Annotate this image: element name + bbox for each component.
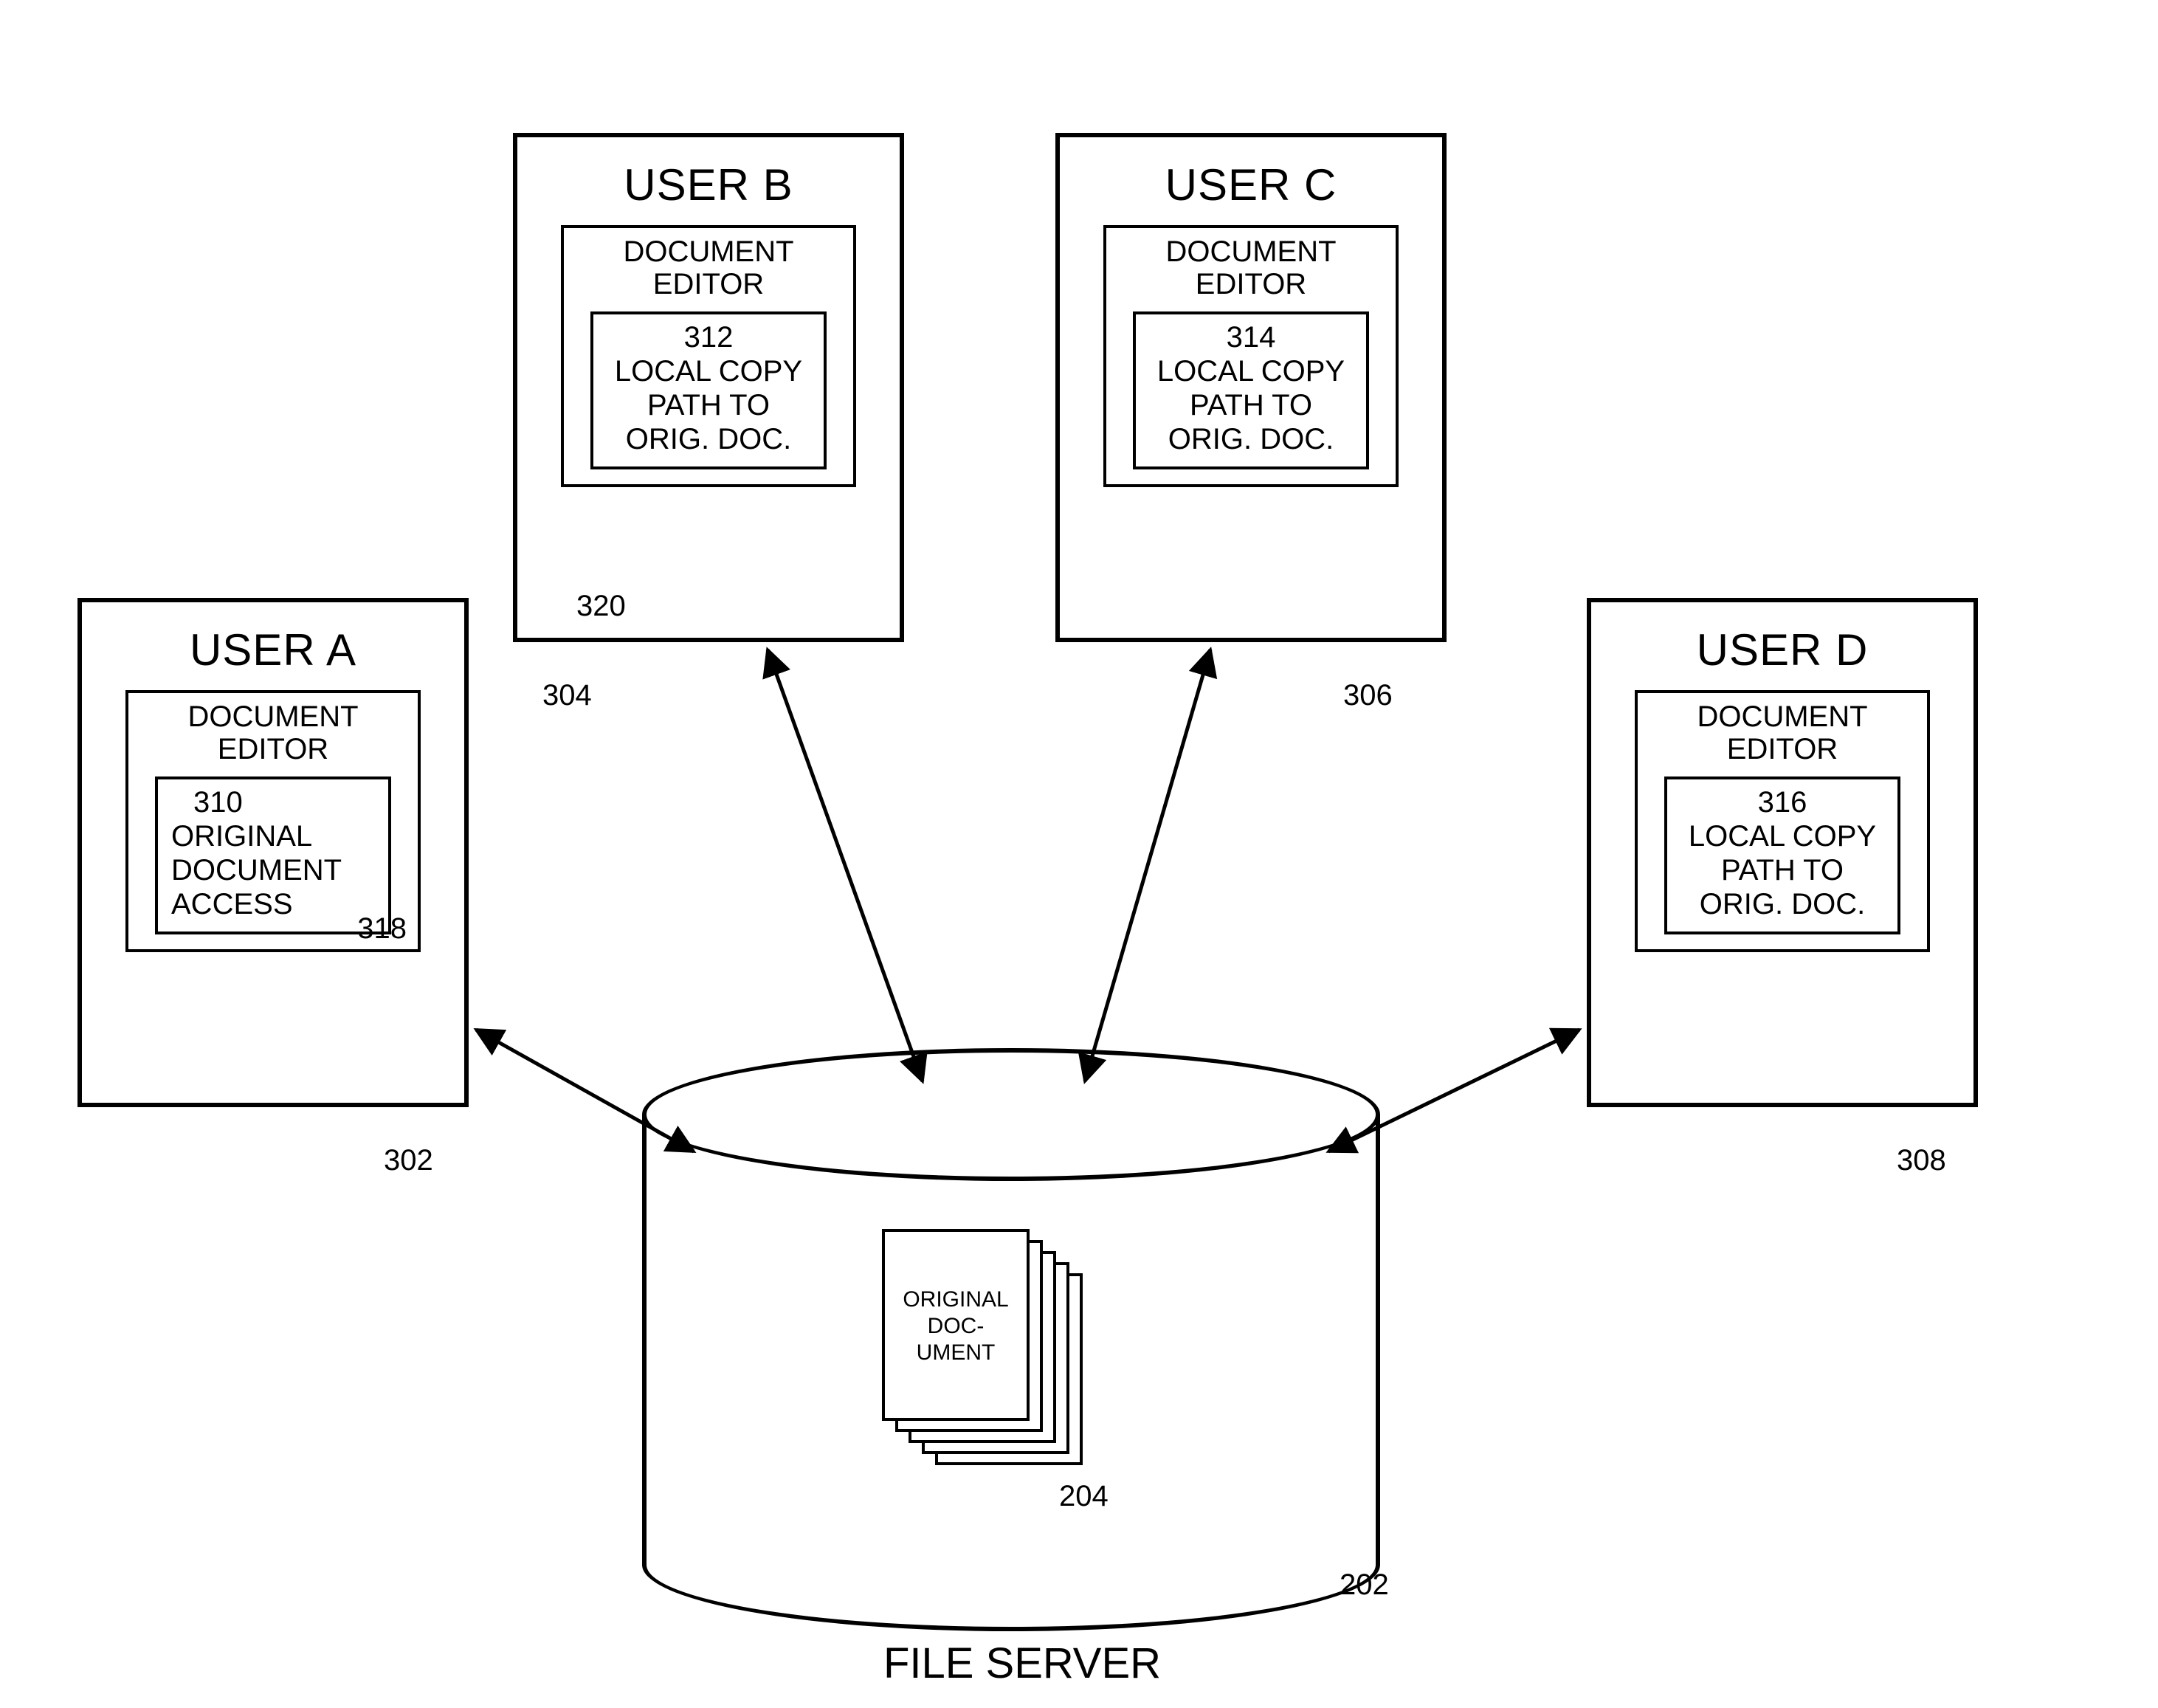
user-c-inner: 314 LOCAL COPY PATH TO ORIG. DOC. [1133,311,1369,469]
diagram-canvas: USER B DOCUMENT EDITOR 312 LOCAL COPY PA… [0,0,2158,1708]
cylinder-top [642,1048,1380,1181]
user-d-inner: 316 LOCAL COPY PATH TO ORIG. DOC. [1664,776,1900,934]
server-label: FILE SERVER [867,1639,1177,1688]
user-d-editor: DOCUMENT EDITOR 316 LOCAL COPY PATH TO O… [1635,690,1930,952]
user-c-title: USER C [1060,159,1442,210]
user-c-inner-ref: 314 [1139,320,1363,354]
user-b-inner-text: LOCAL COPY PATH TO ORIG. DOC. [596,354,821,456]
user-a-inner: 310 ORIGINAL DOCUMENT ACCESS [155,776,391,934]
doc-ref: 204 [1059,1480,1109,1513]
user-d-inner-text: LOCAL COPY PATH TO ORIG. DOC. [1670,819,1895,921]
document-stack: ORIGINAL DOC- UMENT [882,1229,1081,1465]
user-b-editor: DOCUMENT EDITOR 312 LOCAL COPY PATH TO O… [561,225,856,487]
user-b-box-ref: 304 [542,679,592,712]
arrow-user-c [1085,650,1210,1081]
user-b-box: USER B DOCUMENT EDITOR 312 LOCAL COPY PA… [513,133,904,642]
user-b-editor-ref: 320 [576,590,626,623]
user-a-inner-ref: 310 [171,785,385,819]
original-doc-label: ORIGINAL DOC- UMENT [903,1287,1008,1366]
user-a-editor-ref: 318 [357,912,407,946]
original-document: ORIGINAL DOC- UMENT [882,1229,1030,1421]
user-c-editor-title: DOCUMENT EDITOR [1106,235,1396,300]
user-d-editor-title: DOCUMENT EDITOR [1638,700,1927,765]
user-a-editor: DOCUMENT EDITOR 310 ORIGINAL DOCUMENT AC… [125,690,421,952]
user-c-box: USER C DOCUMENT EDITOR 314 LOCAL COPY PA… [1055,133,1447,642]
user-b-inner-ref: 312 [596,320,821,354]
user-a-box-ref: 302 [384,1144,433,1177]
arrow-user-b [768,650,923,1081]
user-b-editor-title: DOCUMENT EDITOR [564,235,853,300]
server-ref: 202 [1340,1568,1389,1602]
user-d-title: USER D [1591,624,1973,675]
user-c-box-ref: 306 [1343,679,1393,712]
user-c-editor: DOCUMENT EDITOR 314 LOCAL COPY PATH TO O… [1103,225,1399,487]
user-a-editor-title: DOCUMENT EDITOR [128,700,418,765]
user-d-box-ref: 308 [1897,1144,1946,1177]
user-b-title: USER B [517,159,900,210]
user-a-box: USER A DOCUMENT EDITOR 310 ORIGINAL DOCU… [77,598,469,1107]
user-a-title: USER A [82,624,464,675]
user-d-inner-ref: 316 [1670,785,1895,819]
user-c-inner-text: LOCAL COPY PATH TO ORIG. DOC. [1139,354,1363,456]
user-a-inner-text: ORIGINAL DOCUMENT ACCESS [171,819,385,921]
user-b-inner: 312 LOCAL COPY PATH TO ORIG. DOC. [590,311,827,469]
user-d-box: USER D DOCUMENT EDITOR 316 LOCAL COPY PA… [1587,598,1978,1107]
